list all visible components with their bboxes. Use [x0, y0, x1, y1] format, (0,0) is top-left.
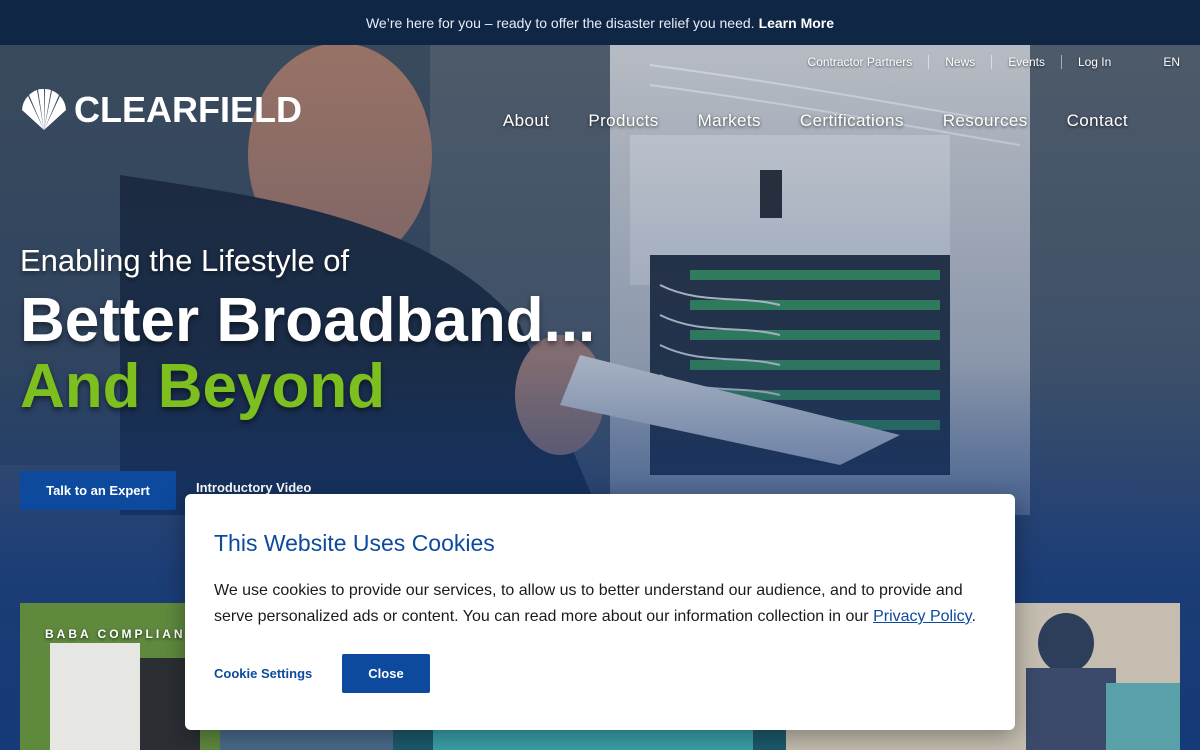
utility-log-in[interactable]: Log In [1060, 55, 1127, 69]
cookie-close-button[interactable]: Close [342, 654, 430, 693]
logo-wordmark: CLEARFIELD [74, 89, 302, 130]
utility-events[interactable]: Events [991, 55, 1061, 69]
hero-kicker: Enabling the Lifestyle of [20, 243, 350, 278]
privacy-policy-link[interactable]: Privacy Policy [873, 608, 971, 625]
language-selector[interactable]: EN [1163, 55, 1180, 69]
clearfield-shell-logo-icon [22, 88, 66, 130]
nav-markets[interactable]: Markets [698, 111, 761, 131]
utility-nav: Contractor Partners News Events Log In E… [792, 55, 1180, 69]
cookie-settings-button[interactable]: Cookie Settings [214, 666, 312, 681]
utility-contractor-partners[interactable]: Contractor Partners [792, 55, 929, 69]
hero-headline: Better Broadband... [20, 286, 596, 355]
nav-certifications[interactable]: Certifications [800, 111, 904, 131]
cookie-modal: This Website Uses Cookies We use cookies… [185, 494, 1015, 730]
introductory-video-link[interactable]: Introductory Video [196, 480, 311, 495]
announcement-bar: We’re here for you – ready to offer the … [0, 0, 1200, 45]
learn-more-link[interactable]: Learn More [759, 15, 834, 31]
hero-headline-accent: And Beyond [20, 352, 386, 421]
hero-section: CLEARFIELD Contractor Partners News Even… [0, 45, 1200, 750]
main-nav: About Products Markets Certifications Re… [503, 111, 1128, 131]
card-label-baba: BABA COMPLIANT [45, 627, 196, 641]
nav-about[interactable]: About [503, 111, 549, 131]
nav-contact[interactable]: Contact [1067, 111, 1128, 131]
nav-products[interactable]: Products [588, 111, 658, 131]
nav-resources[interactable]: Resources [943, 111, 1028, 131]
talk-to-expert-button[interactable]: Talk to an Expert [20, 471, 176, 510]
announcement-text: We’re here for you – ready to offer the … [365, 14, 755, 31]
cookie-body-text: We use cookies to provide our services, … [214, 582, 963, 625]
utility-news[interactable]: News [928, 55, 991, 69]
cookie-modal-title: This Website Uses Cookies [214, 530, 495, 556]
cookie-modal-body: We use cookies to provide our services, … [214, 578, 986, 630]
cookie-body-end: . [971, 608, 976, 625]
clearfield-logo[interactable]: CLEARFIELD [20, 88, 302, 132]
